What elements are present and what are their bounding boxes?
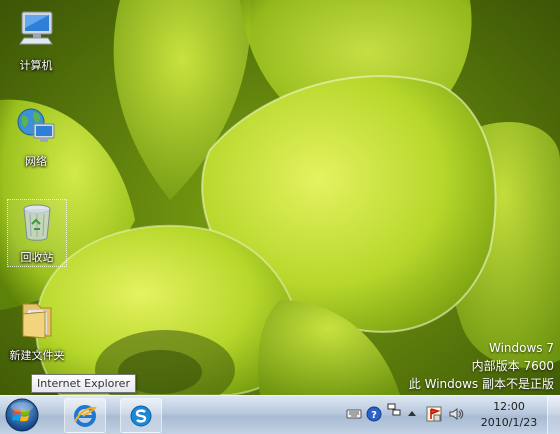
network-icon <box>17 108 55 142</box>
desktop-icon-computer[interactable]: 计算机 <box>7 8 65 73</box>
taskbar: ? 12:00 2010/1/23 <box>0 395 560 434</box>
watermark-build: 内部版本 7600 <box>471 359 554 373</box>
windows-watermark: Windows 7 内部版本 7600 此 Windows 副本不是正版 <box>409 339 554 393</box>
help-icon[interactable]: ? <box>366 406 382 422</box>
watermark-genuine-notice: 此 Windows 副本不是正版 <box>408 377 554 391</box>
desktop-icon-new-folder[interactable]: 新建文件夹 <box>5 298 69 363</box>
desktop-icon-recycle-bin[interactable]: 回收站 <box>7 199 67 267</box>
volume-icon[interactable] <box>448 406 464 422</box>
desktop-icon-network[interactable]: 网络 <box>7 104 65 169</box>
start-button[interactable] <box>4 397 40 433</box>
show-hidden-icons-arrow[interactable] <box>404 406 420 422</box>
watermark-os-name: Windows 7 <box>488 341 554 355</box>
taskbar-tooltip: Internet Explorer <box>31 374 136 393</box>
desktop-icon-label: 网络 <box>25 155 47 168</box>
folder-icon <box>22 303 52 339</box>
desktop-icon-label: 新建文件夹 <box>9 349 65 362</box>
desktop-icon-label: 回收站 <box>20 251 54 264</box>
taskbar-button-sogou[interactable] <box>120 398 162 433</box>
show-desktop-button[interactable] <box>547 396 560 434</box>
internet-explorer-icon <box>74 405 97 427</box>
computer-icon <box>19 11 53 45</box>
clock-date: 2010/1/23 <box>480 416 538 429</box>
desktop-icon-label: 计算机 <box>19 59 53 72</box>
recycle-bin-icon <box>23 204 51 241</box>
sogou-s-icon <box>130 405 152 427</box>
clock-time: 12:00 <box>493 400 525 413</box>
language-icon[interactable] <box>386 402 402 418</box>
taskbar-button-internet-explorer[interactable] <box>64 398 106 433</box>
keyboard-icon[interactable] <box>346 406 362 422</box>
svg-text:?: ? <box>371 410 377 421</box>
taskbar-clock[interactable]: 12:00 2010/1/23 <box>472 399 546 431</box>
action-center-flag-icon[interactable] <box>426 406 442 422</box>
